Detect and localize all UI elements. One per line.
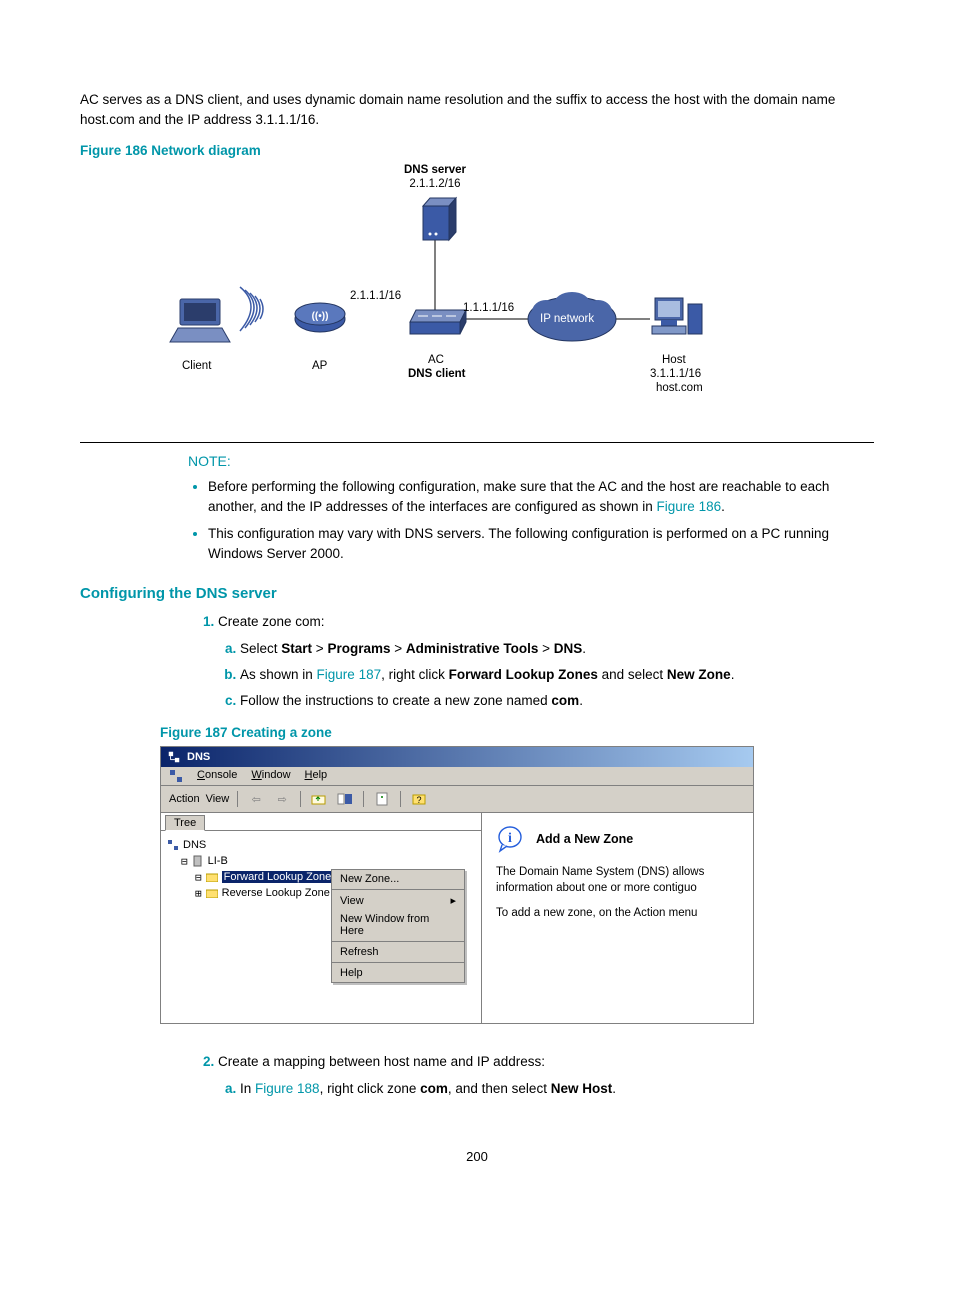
svg-text:?: ? — [417, 795, 422, 805]
figure-187-title: Figure 187 Creating a zone — [160, 725, 874, 740]
dns-app-icon — [167, 750, 181, 764]
note-bullet-2: This configuration may vary with DNS ser… — [208, 524, 874, 563]
client-icon — [170, 299, 230, 342]
steps-list-cont: Create a mapping between host name and I… — [190, 1052, 874, 1099]
step-1c: Follow the instructions to create a new … — [240, 691, 874, 711]
ap-icon: ((•)) — [295, 303, 345, 332]
divider — [80, 442, 874, 443]
help-icon[interactable]: ? — [409, 789, 429, 809]
note-label: NOTE: — [188, 453, 874, 469]
dns-window: DNS Console Window Help Action View ⇦ ⇨ … — [160, 746, 754, 1024]
pane-text-1: The Domain Name System (DNS) allows info… — [496, 865, 739, 896]
window-menubar: Console Window Help — [161, 767, 753, 786]
dns-server-ip: 2.1.1.2/16 — [385, 178, 485, 192]
context-new-window[interactable]: New Window from Here — [332, 910, 464, 940]
ac-label: AC — [428, 354, 444, 368]
submenu-arrow-icon: ▸ — [450, 894, 456, 907]
window-title: DNS — [187, 751, 210, 763]
step-2: Create a mapping between host name and I… — [218, 1052, 874, 1099]
tree-tab[interactable]: Tree — [165, 815, 205, 831]
dns-root-icon — [167, 839, 179, 851]
host-ip: 3.1.1.1/16 — [650, 368, 701, 382]
folder-icon — [206, 888, 218, 898]
dns-client-label: DNS client — [408, 368, 466, 382]
figure-186-link[interactable]: Figure 186 — [657, 499, 722, 514]
step-2a: In Figure 188, right click zone com, and… — [240, 1079, 874, 1099]
figure-188-link[interactable]: Figure 188 — [255, 1081, 320, 1096]
ac-icon — [410, 310, 466, 334]
context-refresh[interactable]: Refresh — [332, 943, 464, 961]
menu-window[interactable]: Window — [251, 769, 290, 783]
note-bullet-1: Before performing the following configur… — [208, 477, 874, 516]
menu-console[interactable]: Console — [197, 769, 237, 783]
up-folder-icon[interactable] — [309, 789, 329, 809]
ap-label: AP — [312, 360, 327, 374]
step-1b: As shown in Figure 187, right click Forw… — [240, 665, 874, 685]
info-bubble-icon: i — [496, 825, 526, 853]
client-label: Client — [182, 360, 211, 374]
ac-ip-right: 1.1.1.1/16 — [463, 302, 514, 316]
back-icon[interactable]: ⇦ — [246, 789, 266, 809]
server-icon — [192, 855, 204, 867]
step-1a: Select Start > Programs > Administrative… — [240, 639, 874, 659]
context-menu: New Zone... View▸ New Window from Here R… — [331, 869, 465, 983]
svg-text:((•)): ((•)) — [312, 311, 329, 322]
dns-server-icon — [423, 198, 456, 240]
toolbar-view[interactable]: View — [206, 793, 230, 805]
context-view[interactable]: View▸ — [332, 891, 464, 910]
steps-list: Create zone com: Select Start > Programs… — [190, 612, 874, 711]
content-pane: i Add a New Zone The Domain Name System … — [482, 813, 753, 1023]
toolbar-action[interactable]: Action — [169, 793, 200, 805]
window-toolbar: Action View ⇦ ⇨ ? — [161, 786, 753, 813]
tree-root[interactable]: DNS — [167, 837, 477, 853]
svg-text:i: i — [508, 831, 512, 846]
figure-187-link[interactable]: Figure 187 — [317, 667, 382, 682]
figure-186-title: Figure 186 Network diagram — [80, 143, 874, 158]
properties-icon[interactable] — [372, 789, 392, 809]
host-icon — [652, 298, 702, 334]
ac-ip-left: 2.1.1.1/16 — [350, 290, 401, 304]
ip-network-label: IP network — [540, 313, 594, 327]
page-content: AC serves as a DNS client, and uses dyna… — [0, 0, 954, 1204]
context-help[interactable]: Help — [332, 964, 464, 982]
context-new-zone[interactable]: New Zone... — [332, 870, 464, 888]
note-list: Before performing the following configur… — [190, 477, 874, 563]
folder-icon — [206, 872, 218, 882]
host-label: Host — [662, 354, 686, 368]
window-titlebar[interactable]: DNS — [161, 747, 753, 767]
tree-pane: Tree DNS ⊟ LI-B ⊟ Forward Lo — [161, 813, 482, 1023]
host-name: host.com — [656, 382, 703, 396]
page-number: 200 — [80, 1149, 874, 1164]
pane-title: Add a New Zone — [536, 832, 633, 846]
menu-help[interactable]: Help — [305, 769, 328, 783]
step-1: Create zone com: Select Start > Programs… — [218, 612, 874, 711]
forward-icon[interactable]: ⇨ — [272, 789, 292, 809]
figure-186-diagram: ((•)) — [160, 164, 760, 424]
section-heading: Configuring the DNS server — [80, 585, 874, 602]
intro-paragraph: AC serves as a DNS client, and uses dyna… — [80, 90, 874, 129]
pane-text-2: To add a new zone, on the Action menu — [496, 906, 739, 922]
dns-server-label: DNS server — [385, 164, 485, 178]
dns-menu-icon — [169, 769, 183, 783]
tree-host[interactable]: ⊟ LI-B — [167, 853, 477, 869]
show-hide-icon[interactable] — [335, 789, 355, 809]
